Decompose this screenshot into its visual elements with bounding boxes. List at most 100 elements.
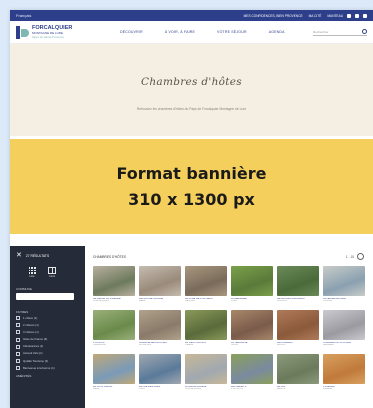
listing-card[interactable]: CHAMBRE DU CHÂTEAU SAUMANE [323,310,365,350]
logo-mark-icon [16,25,29,39]
map-view-label: Carte [48,275,56,278]
page-description: Retrouvez les chambres d'hôtes du Pays d… [136,107,247,111]
nav-item-agenda[interactable]: AGENDA [269,30,285,34]
listing-card[interactable]: MAISON DE VILLAGE MANE [139,266,181,306]
search-icon[interactable] [362,29,367,34]
listing-location: LIMANS [185,344,194,347]
close-icon[interactable]: ✕ [16,252,22,259]
topbar-link-3[interactable]: MANTEAU [327,14,343,18]
topbar-link-1[interactable]: MES CONFIDENCES, BIEN PROVENCE [244,14,303,18]
listing-photo [323,266,365,296]
listing-card[interactable]: BASTIDE DES OLIVIERS DAUPHIN [185,266,227,306]
map-view-button[interactable]: Carte [44,267,60,281]
listing-photo [277,310,319,340]
listing-photo [323,354,365,384]
listing-location: NIOZELLES [139,344,152,347]
commune-label: COMMUNE [16,287,32,291]
search-input[interactable]: Rechercher [313,28,367,36]
list-view-button[interactable]: Liste [24,267,40,281]
listing-card[interactable]: LE VIEUX MOULIN LIMANS [185,310,227,350]
website-preview: Français MES CONFIDENCES, BIEN PROVENCE … [10,10,373,408]
filter-checkbox[interactable]: Clévacances (1) [16,344,79,349]
nav-item-decouvrir[interactable]: DÉCOUVRIR [120,30,143,34]
listing-card[interactable]: LA TERRASSE CRUIS [231,310,273,350]
listing-location: SAUMANE [323,344,334,347]
listing-location: LURS [231,300,237,303]
listing-card[interactable]: LA BERGERIE LURS [231,266,273,306]
listing-card[interactable]: LES GENÊTS STE-CROIX [231,354,273,394]
listing-photo [139,310,181,340]
listing-photo [185,266,227,296]
facebook-icon[interactable] [347,13,351,18]
topbar-link-2[interactable]: MA CITÉ [309,14,322,18]
banner-format-label: Format bannière [116,163,267,183]
listing-photo [231,354,273,384]
language-selector[interactable]: Français [16,13,31,18]
site-logo[interactable]: FORCALQUIER MONTAGNE DE LURE Alpes de Ha… [16,25,86,39]
filter-checkbox[interactable]: 2 critères (1) [16,323,79,328]
nav-item-voir-faire[interactable]: À VOIR, À FAIRE [165,30,195,34]
amenities-label: AMÉNITÉS [16,374,32,379]
listing-location: FORCALQUIER [93,300,109,303]
listing-photo [323,310,365,340]
next-page-icon[interactable] [357,253,364,260]
grid-icon [28,267,36,274]
map-icon [48,267,56,274]
banner-size-label: 310 x 1300 px [128,189,255,209]
listing-photo [93,310,135,340]
listing-photo [93,354,135,384]
listing-photo [277,354,319,384]
ad-banner-placeholder: Format bannière 310 x 1300 px [10,139,373,234]
results-count: 27 RÉSULTATS [25,253,50,258]
search-placeholder: Rechercher [313,29,329,34]
filter-checkbox[interactable]: 1 critère (1) [16,316,79,320]
listing-photo [231,266,273,296]
filter-sidebar: ✕ 27 RÉSULTATS Liste Carte COMMUNE FILTR… [10,246,85,408]
filter-checkbox[interactable]: 3 critères (1) [16,330,79,335]
listing-photo [185,354,227,384]
filter-checkbox[interactable]: Qualité Tourisme (3) [16,359,79,364]
listing-card[interactable]: LE CLOS FLEURI MANE [93,354,135,394]
nav-item-sejour[interactable]: VOTRE SÉJOUR [217,30,247,34]
commune-input[interactable] [16,293,74,300]
list-view-label: Liste [29,275,35,278]
page-title: Chambres d'hôtes [140,76,242,88]
listing-location: CRUIS [231,344,238,347]
listing-location: REVEST [277,344,286,347]
filter-checkbox[interactable]: Accueil Vélo (1) [16,351,79,356]
listing-card[interactable]: L'ATELIER SIMIANE [323,354,365,394]
listing-card[interactable]: LA FERME DE LURE ONGLES [323,266,365,306]
listing-location: ONGLES [323,300,333,303]
listing-location: FORCALQUIER [185,388,201,391]
filter-checkbox[interactable]: Bienvenue à la Ferme (1) [16,366,79,371]
listing-location: SIGONCE [277,300,288,303]
menu-icon[interactable] [363,13,367,18]
listing-card[interactable]: LES CIGALES REVEST [277,310,319,350]
filter-checkbox[interactable]: Gîtes de France (6) [16,337,79,342]
listing-photo [231,310,273,340]
listing-card[interactable]: LE PRÉ DES ÂNES LURS [139,354,181,394]
listing-location: MANE [139,300,146,303]
results-panel: CHAMBRES D'HÔTES 1 - 15 LE JARDIN DU PRI… [85,246,373,408]
pagination: 1 - 15 [346,253,367,260]
listing-location: STE-CROIX [231,388,243,391]
listing-app: ✕ 27 RÉSULTATS Liste Carte COMMUNE FILTR… [10,246,373,408]
mail-icon[interactable] [355,13,359,18]
listing-card[interactable]: LE JAS BANON [277,354,319,394]
listing-card[interactable]: LA MAISON BLEUE FORCALQUIER [185,354,227,394]
pager-range: 1 - 15 [345,254,354,259]
listing-location: PIERRERUE [93,344,106,347]
listing-photo [139,354,181,384]
listing-card[interactable]: L'OUSTAU PIERRERUE [93,310,135,350]
logo-subtitle-2: Alpes de Haute-Provence [32,35,64,39]
listing-photo [185,310,227,340]
site-header: FORCALQUIER MONTAGNE DE LURE Alpes de Ha… [10,21,373,44]
listing-location: LURS [139,388,145,391]
listing-location: BANON [277,388,285,391]
hero-section: Chambres d'hôtes Retrouvez les chambres … [10,44,373,136]
results-title: CHAMBRES D'HÔTES [93,254,126,259]
results-grid: LE JARDIN DU PRIEURÉ FORCALQUIER MAISON DE… [93,266,367,394]
listing-card[interactable]: DOMAINE DES ROCHES NIOZELLES [139,310,181,350]
listing-card[interactable]: LE JARDIN DU PRIEURÉ FORCALQUIER [93,266,135,306]
listing-card[interactable]: LE MAS DES LAVANDES SIGONCE [277,266,319,306]
